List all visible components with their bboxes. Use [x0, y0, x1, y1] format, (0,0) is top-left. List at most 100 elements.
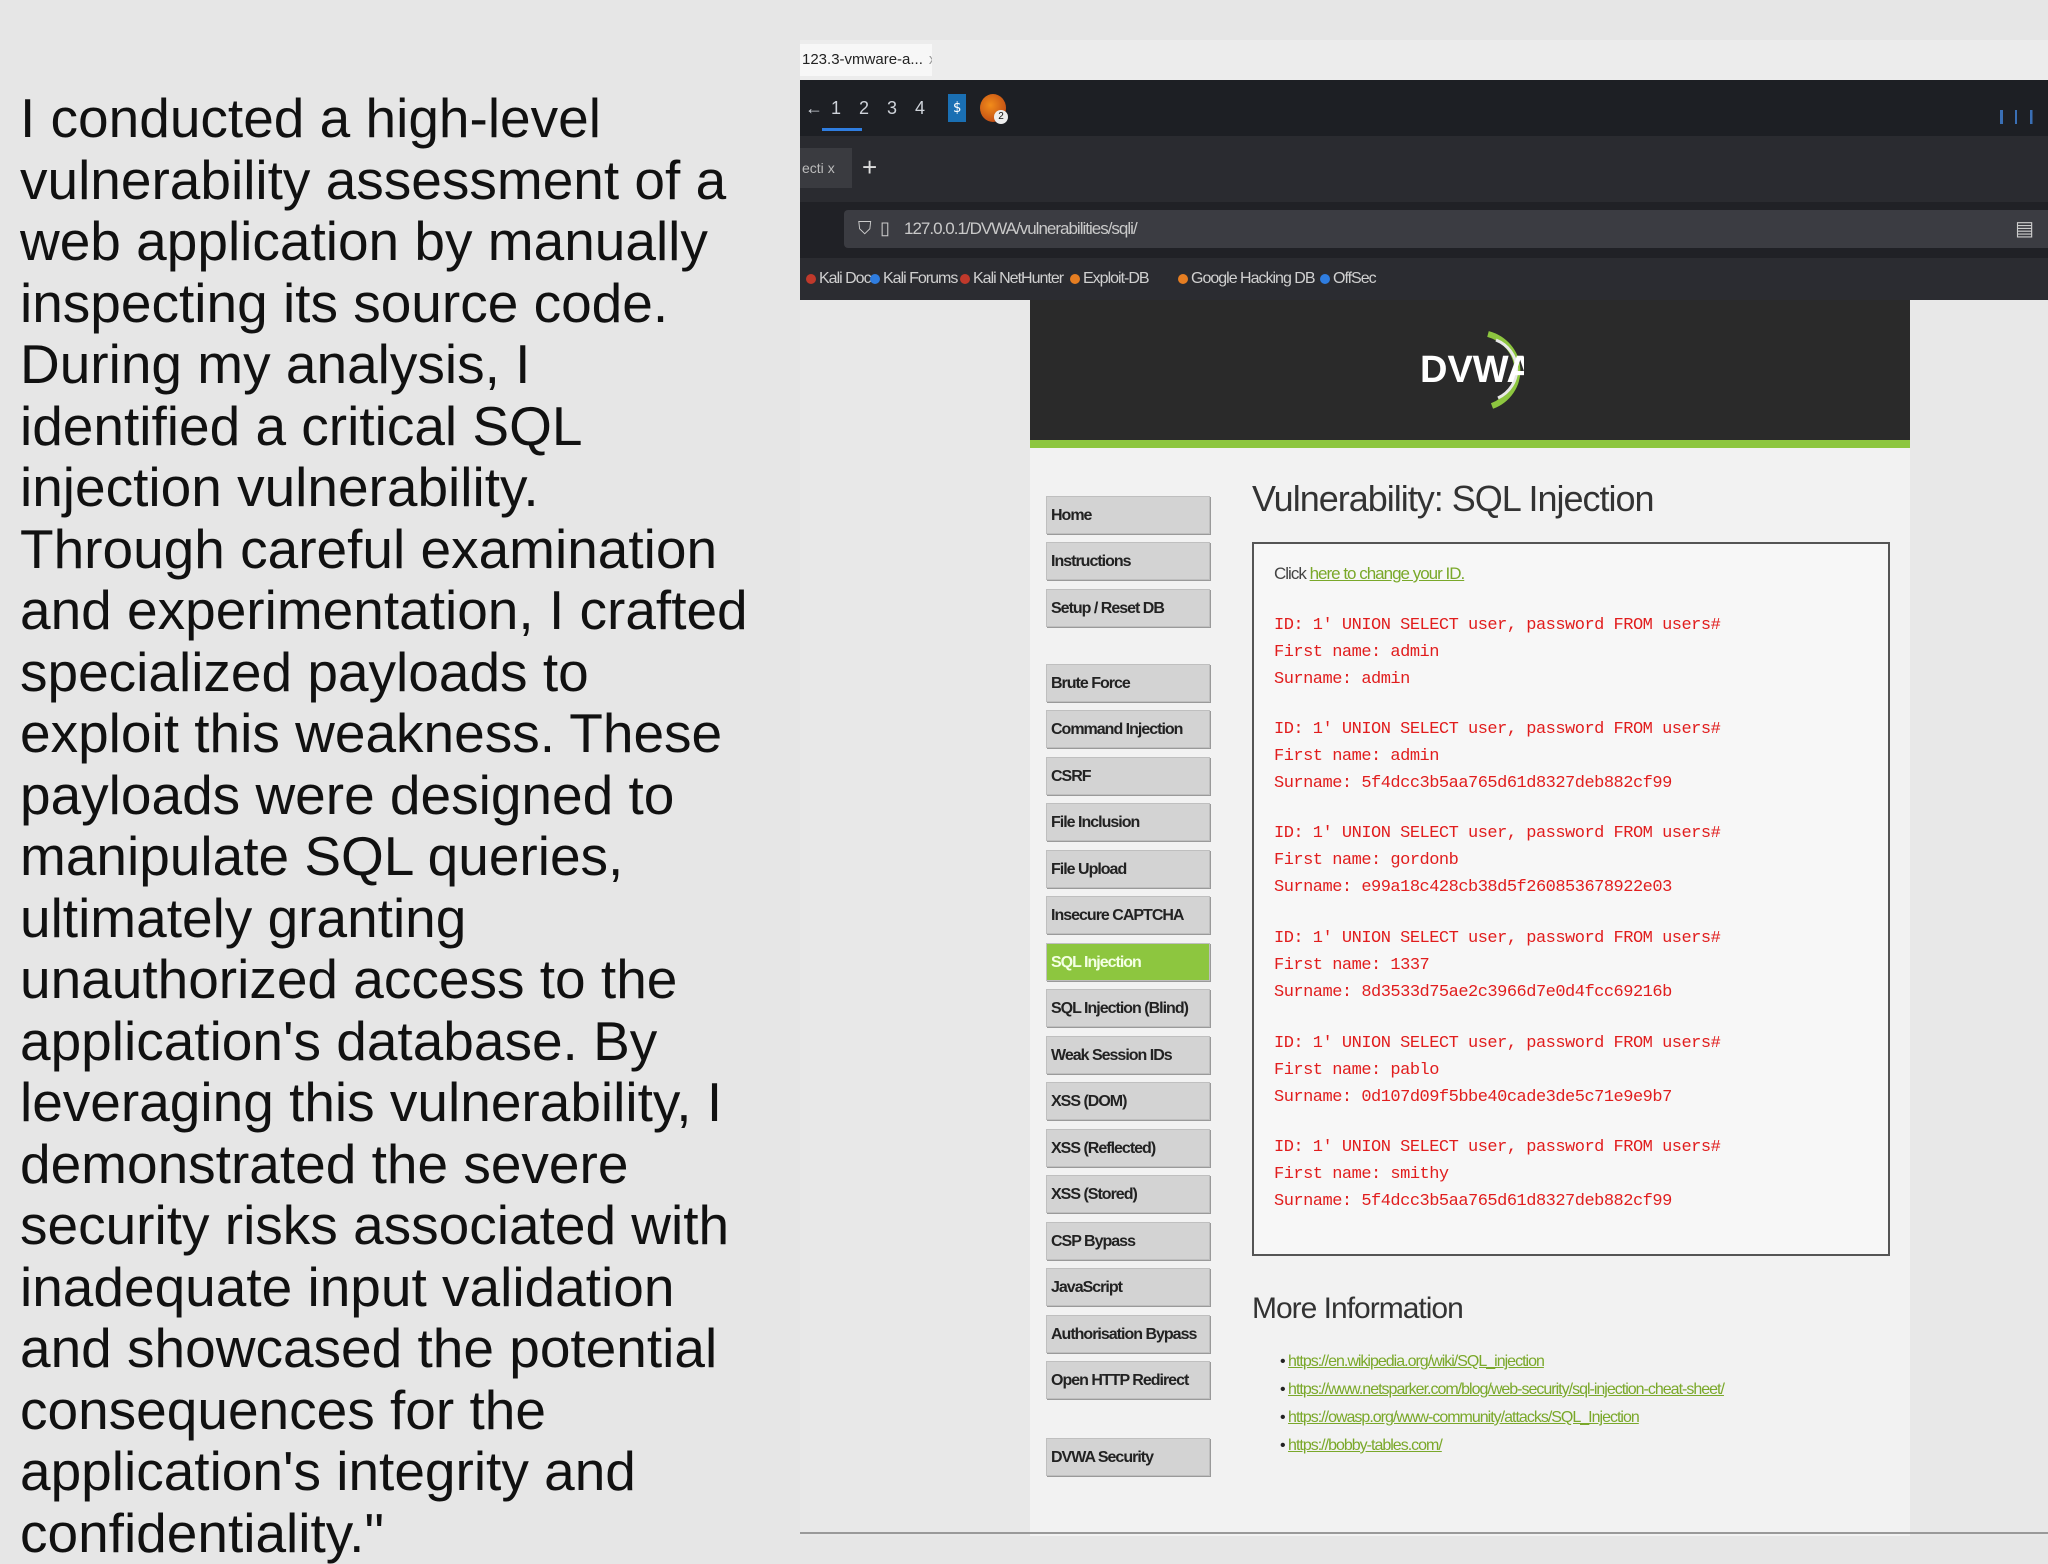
- result-id: ID: 1' UNION SELECT user, password FROM …: [1274, 1034, 1721, 1053]
- vm-tab-close-icon[interactable]: x: [929, 51, 932, 68]
- workspace-arrow-icon[interactable]: ←: [802, 98, 826, 119]
- bookmark-exploit-db[interactable]: Exploit-DB: [1070, 270, 1150, 288]
- nav-command-injection[interactable]: Command Injection: [1046, 710, 1210, 748]
- result-id: ID: 1' UNION SELECT user, password FROM …: [1274, 929, 1721, 948]
- browser-tab-label: ecti: [802, 160, 824, 176]
- reference-link[interactable]: https://bobby-tables.com/: [1288, 1437, 1443, 1454]
- vm-tab-label: 123.3-vmware-a...: [802, 51, 923, 68]
- bookmark-label: Google Hacking DB: [1191, 270, 1316, 287]
- workspace-1[interactable]: 1: [824, 98, 848, 119]
- divider: [800, 1532, 2048, 1534]
- nav-authorisation-bypass[interactable]: Authorisation Bypass: [1046, 1315, 1210, 1353]
- result-record: ID: 1' UNION SELECT user, password FROM …: [1274, 612, 1721, 693]
- nav-xss-stored[interactable]: XSS (Stored): [1046, 1175, 1210, 1213]
- list-item: • https://www.netsparker.com/blog/web-se…: [1280, 1381, 1725, 1398]
- result-id: ID: 1' UNION SELECT user, password FROM …: [1274, 824, 1721, 843]
- bookmark-label: Kali Docs: [819, 270, 879, 287]
- sqli-results-box: Click here to change your ID. ID: 1' UNI…: [1252, 542, 1890, 1256]
- nav-sql-injection-blind[interactable]: SQL Injection (Blind): [1046, 989, 1210, 1027]
- nav-xss-dom[interactable]: XSS (DOM): [1046, 1082, 1210, 1120]
- url-text[interactable]: 127.0.0.1/DVWA/vulnerabilities/sqli/: [904, 219, 1138, 239]
- firefox-window-count-badge: 2: [994, 110, 1008, 124]
- nav-setup-reset-db[interactable]: Setup / Reset DB: [1046, 589, 1210, 627]
- more-information-list: • https://en.wikipedia.org/wiki/SQL_inje…: [1280, 1348, 1725, 1460]
- nav-sql-injection[interactable]: SQL Injection: [1046, 943, 1210, 981]
- browser-tab[interactable]: ecti x: [800, 148, 852, 188]
- screenshot: 123.3-vmware-a... x ← 1 2 3 4 $ 2 ecti x …: [800, 40, 2048, 1536]
- result-surname: Surname: admin: [1274, 670, 1410, 689]
- nav-brute-force[interactable]: Brute Force: [1046, 664, 1210, 702]
- result-record: ID: 1' UNION SELECT user, password FROM …: [1274, 1030, 1721, 1111]
- nav-file-upload[interactable]: File Upload: [1046, 850, 1210, 888]
- reader-view-icon[interactable]: ▤: [2015, 216, 2034, 241]
- list-item: • https://en.wikipedia.org/wiki/SQL_inje…: [1280, 1353, 1545, 1370]
- nav-csrf[interactable]: CSRF: [1046, 757, 1210, 795]
- result-record: ID: 1' UNION SELECT user, password FROM …: [1274, 925, 1721, 1006]
- page-info-icon[interactable]: ▯: [880, 218, 890, 239]
- reference-link[interactable]: https://owasp.org/www-community/attacks/…: [1288, 1409, 1640, 1426]
- change-id-link[interactable]: here to change your ID.: [1310, 564, 1466, 583]
- bookmark-kali-docs[interactable]: Kali Docs: [806, 270, 879, 288]
- result-record: ID: 1' UNION SELECT user, password FROM …: [1274, 716, 1721, 797]
- result-surname: Surname: 5f4dcc3b5aa765d61d8327deb882cf9…: [1274, 774, 1672, 793]
- cpu-graph-icon: [1988, 110, 2048, 124]
- nav-xss-reflected[interactable]: XSS (Reflected): [1046, 1129, 1210, 1167]
- bookmark-kali-forums[interactable]: Kali Forums: [870, 270, 958, 288]
- nav-csp-bypass[interactable]: CSP Bypass: [1046, 1222, 1210, 1260]
- click-prefix: Click: [1274, 564, 1307, 583]
- result-id: ID: 1' UNION SELECT user, password FROM …: [1274, 616, 1721, 635]
- result-record: ID: 1' UNION SELECT user, password FROM …: [1274, 820, 1721, 901]
- bookmark-label: Kali NetHunter: [973, 270, 1064, 287]
- nav-file-inclusion[interactable]: File Inclusion: [1046, 803, 1210, 841]
- new-tab-button[interactable]: +: [862, 152, 877, 183]
- dvwa-body: Home Instructions Setup / Reset DB Brute…: [1030, 448, 1910, 1536]
- result-first-name: First name: smithy: [1274, 1165, 1449, 1184]
- vm-tab-strip: 123.3-vmware-a... x: [800, 40, 2048, 80]
- more-information-heading: More Information: [1252, 1292, 1464, 1325]
- workspace-3[interactable]: 3: [880, 98, 904, 119]
- nav-dvwa-security[interactable]: DVWA Security: [1046, 1438, 1210, 1476]
- result-record: ID: 1' UNION SELECT user, password FROM …: [1274, 1134, 1721, 1215]
- exploit-db-icon: [1070, 273, 1080, 284]
- offsec-icon: [1320, 273, 1330, 284]
- result-id: ID: 1' UNION SELECT user, password FROM …: [1274, 1138, 1721, 1157]
- result-first-name: First name: pablo: [1274, 1061, 1439, 1080]
- web-page: DVWA Home Instructions Setup / Reset DB …: [800, 300, 2048, 1536]
- nav-weak-session-ids[interactable]: Weak Session IDs: [1046, 1036, 1210, 1074]
- vm-tab[interactable]: 123.3-vmware-a... x: [800, 44, 932, 76]
- list-item: • https://owasp.org/www-community/attack…: [1280, 1409, 1640, 1426]
- address-bar[interactable]: ⛉ ▯ 127.0.0.1/DVWA/vulnerabilities/sqli/…: [844, 210, 2048, 248]
- change-id-line: Click here to change your ID.: [1274, 564, 1466, 584]
- google-hacking-db-icon: [1178, 273, 1188, 284]
- nav-home[interactable]: Home: [1046, 496, 1210, 534]
- result-surname: Surname: 0d107d09f5bbe40cade3de5c71e9e9b…: [1274, 1088, 1672, 1107]
- bookmark-kali-nethunter[interactable]: Kali NetHunter: [960, 270, 1064, 288]
- result-id: ID: 1' UNION SELECT user, password FROM …: [1274, 720, 1721, 739]
- reference-link[interactable]: https://www.netsparker.com/blog/web-secu…: [1288, 1381, 1725, 1398]
- page-title: Vulnerability: SQL Injection: [1252, 478, 1655, 519]
- result-first-name: First name: admin: [1274, 643, 1439, 662]
- bookmark-offsec[interactable]: OffSec: [1320, 270, 1377, 288]
- workspace-4[interactable]: 4: [908, 98, 932, 119]
- bookmark-label: Exploit-DB: [1083, 270, 1150, 287]
- terminal-icon[interactable]: $: [948, 94, 966, 122]
- workspace-2[interactable]: 2: [852, 98, 876, 119]
- bookmark-google-hacking-db[interactable]: Google Hacking DB: [1178, 270, 1316, 288]
- nav-open-http-redirect[interactable]: Open HTTP Redirect: [1046, 1361, 1210, 1399]
- browser-tab-close-icon[interactable]: x: [828, 160, 835, 176]
- shield-icon[interactable]: ⛉: [858, 218, 872, 239]
- nav-insecure-captcha[interactable]: Insecure CAPTCHA: [1046, 896, 1210, 934]
- nav-javascript[interactable]: JavaScript: [1046, 1268, 1210, 1306]
- result-surname: Surname: 8d3533d75ae2c3966d7e0d4fcc69216…: [1274, 983, 1672, 1002]
- slide-body-text: I conducted a high-level vulnerability a…: [20, 87, 748, 1564]
- nav-instructions[interactable]: Instructions: [1046, 542, 1210, 580]
- bookmark-label: Kali Forums: [883, 270, 958, 287]
- bookmark-label: OffSec: [1333, 270, 1377, 287]
- reference-link[interactable]: https://en.wikipedia.org/wiki/SQL_inject…: [1288, 1353, 1545, 1370]
- navigation-toolbar: ⛉ ▯ 127.0.0.1/DVWA/vulnerabilities/sqli/…: [800, 202, 2048, 258]
- workspace-active-indicator: [822, 128, 862, 131]
- dvwa-logo: DVWA: [1420, 331, 1524, 409]
- kali-docs-icon: [806, 273, 816, 284]
- kali-forums-icon: [870, 273, 880, 284]
- result-surname: Surname: e99a18c428cb38d5f260853678922e0…: [1274, 878, 1672, 897]
